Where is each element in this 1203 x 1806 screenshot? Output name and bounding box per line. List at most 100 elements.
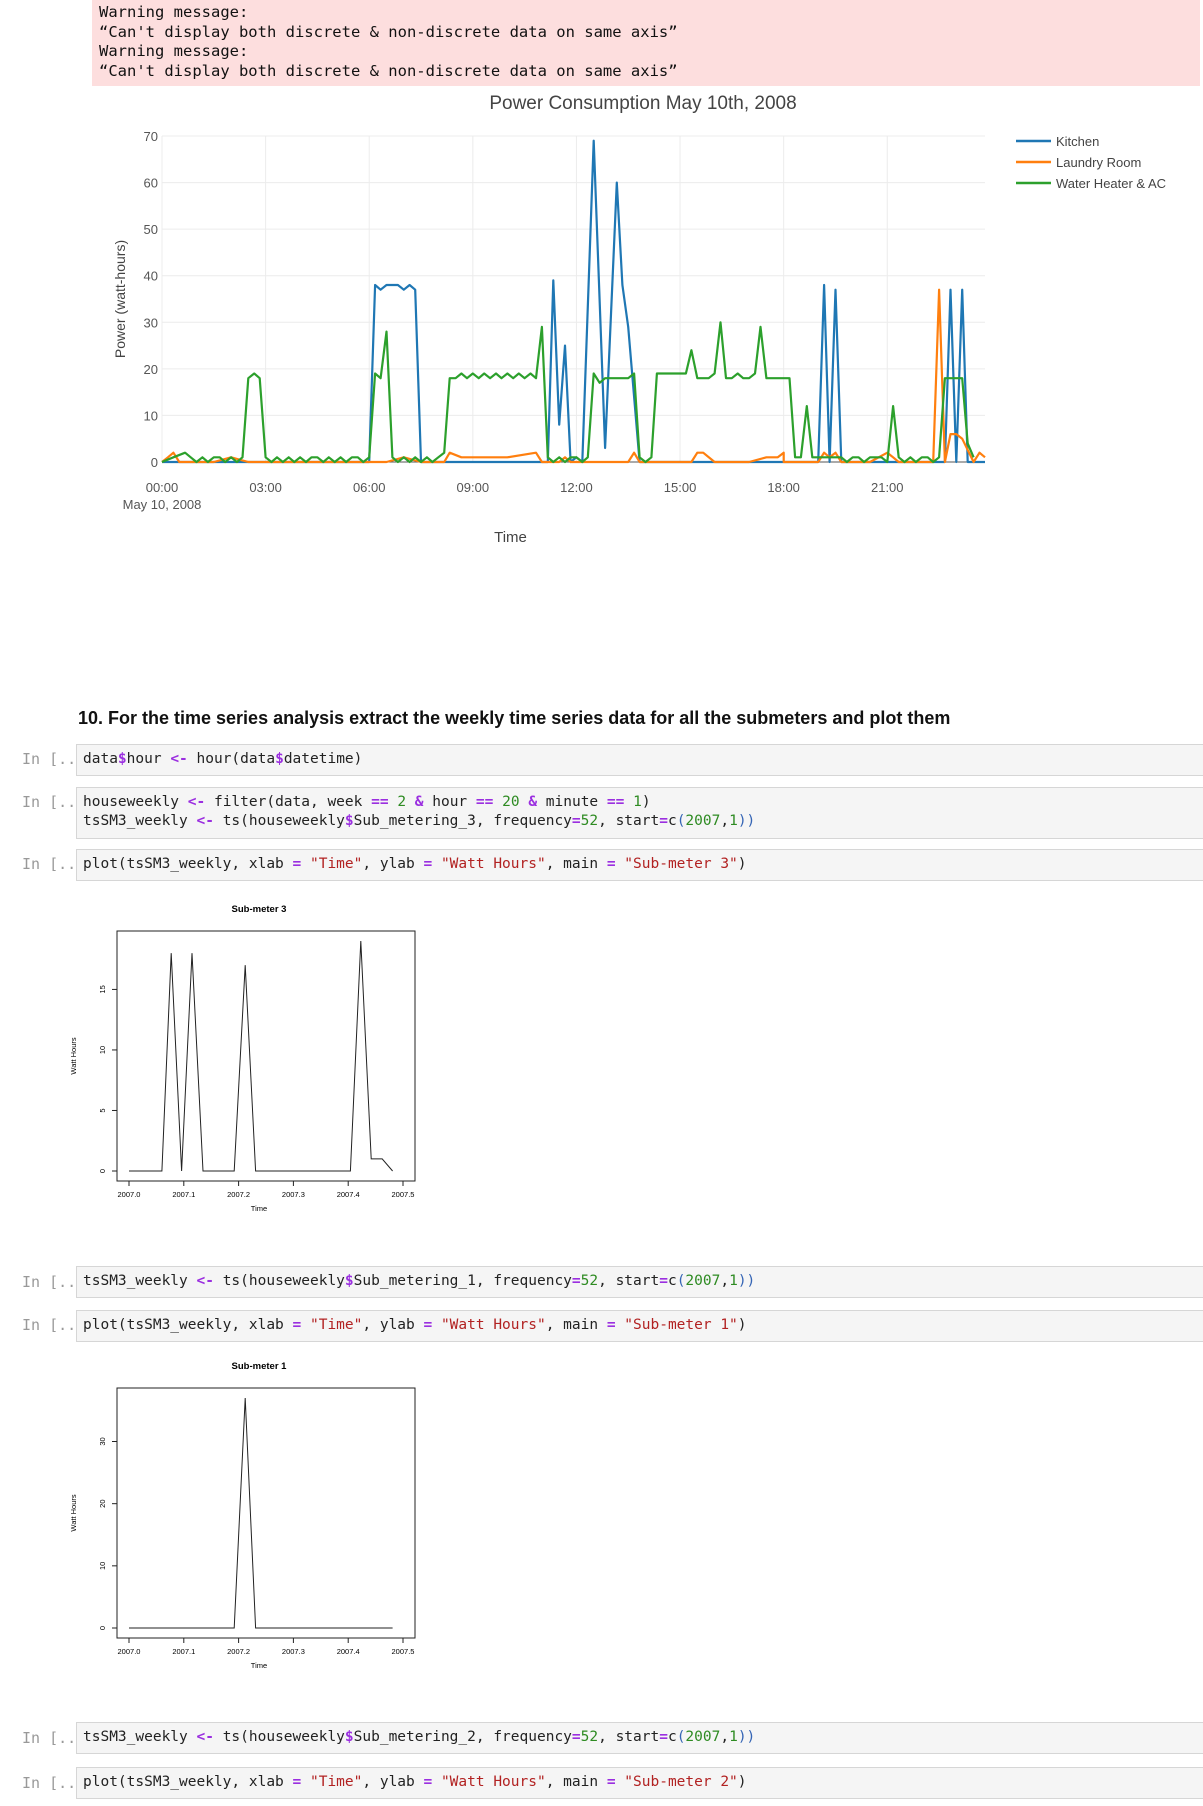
code-token: = [571,1729,581,1745]
code-token: c [667,1729,677,1745]
code-token: Sub_metering_3, frequency [353,813,572,829]
code-token: == [475,794,494,810]
code-line: tsSM3_weekly <- ts(houseweekly$Sub_meter… [83,1728,1197,1747]
code-token: ts(houseweekly [213,1273,345,1289]
code-line: tsSM3_weekly <- ts(houseweekly$Sub_meter… [83,1272,1197,1291]
code-token: "Watt Hours" [440,1774,546,1790]
code-token: = [606,856,616,872]
code-token: tsSM3_weekly [83,1273,197,1289]
code-token: $ [344,813,354,829]
code-token: data [83,751,118,767]
x-tick-label: 2007.0 [118,1647,141,1656]
x-tick-label: 2007.1 [172,1190,195,1199]
code-token: "Time" [309,1317,363,1333]
y-tick-label: 10 [144,408,158,423]
code-token: ) [737,856,747,872]
code-token: = [659,1729,668,1745]
code-cell[interactable]: tsSM3_weekly <- ts(houseweekly$Sub_meter… [76,1722,1203,1754]
y-tick-label: 0 [98,1169,107,1173]
x-tick-sublabel: May 10, 2008 [123,497,202,512]
code-token: ts(houseweekly [213,1729,345,1745]
y-tick-label: 0 [151,455,158,470]
code-token: & [414,794,424,810]
series-line-kitchen [162,139,985,464]
code-token: 1 [729,813,738,829]
code-token: , ylab [362,1774,424,1790]
code-token: , start [598,1273,660,1289]
code-token: <- [196,813,214,829]
code-token: tsSM3_weekly [83,813,197,829]
code-token: , start [598,813,660,829]
code-token: = [606,1317,616,1333]
x-tick-label: 2007.2 [227,1647,250,1656]
x-tick-label: 03:00 [249,480,282,495]
code-token: = [292,856,302,872]
code-token: 52 [580,1729,599,1745]
code-token: = [423,1774,433,1790]
code-token: 2007 [685,1729,721,1745]
y-tick-label: 70 [144,129,158,144]
code-cell[interactable]: data$hour <- hour(data$datetime) [76,744,1203,776]
y-tick-label: 15 [98,985,107,993]
warning-line: Warning message: [99,42,249,60]
code-token: = [659,1273,668,1289]
code-token: "Sub-meter 1" [624,1317,738,1333]
warning-line: “Can't display both discrete & non-discr… [99,61,678,80]
code-token: = [292,1317,302,1333]
code-cell[interactable]: plot(tsSM3_weekly, xlab = "Time", ylab =… [76,849,1203,881]
y-tick-label: 30 [144,315,158,330]
code-cell[interactable]: plot(tsSM3_weekly, xlab = "Time", ylab =… [76,1310,1203,1342]
y-tick-label: 50 [144,222,158,237]
chart-title: Power Consumption May 10th, 2008 [489,93,796,114]
code-line: tsSM3_weekly <- ts(houseweekly$Sub_meter… [83,812,1197,831]
code-token: )) [737,813,756,829]
code-token: $ [117,751,127,767]
code-token: 1 [729,1729,738,1745]
code-token: , start [598,1729,660,1745]
sub-meter-3-plot: Sub-meter 3 2007.0 2007.1 2007.2 2007.3 2007.… [70,904,416,1213]
code-token: 52 [580,813,599,829]
code-token: = [423,1317,433,1333]
code-token: = [659,813,668,829]
code-token: houseweekly [83,794,188,810]
code-line: houseweekly <- filter(data, week == 2 & … [83,793,1197,812]
code-token: plot(tsSM3_weekly, xlab [83,1317,293,1333]
code-token: )) [737,1729,756,1745]
code-token: )) [737,1273,756,1289]
code-token: $ [275,751,284,767]
code-token: hour(data [187,751,276,767]
code-token: 2007 [685,1273,721,1289]
legend-label: Kitchen [1056,134,1099,149]
y-axis-label: Watt Hours [70,1494,78,1531]
code-token: , [720,1273,730,1289]
code-token: 1 [633,794,642,810]
y-tick-label: 5 [98,1108,107,1112]
y-tick-label: 10 [98,1046,107,1054]
code-token: "Sub-meter 2" [624,1774,738,1790]
code-token: == [371,794,389,810]
code-token: Sub_metering_1, frequency [353,1273,572,1289]
code-token: filter(data, week [205,794,372,810]
code-token: "Time" [309,856,363,872]
x-tick-label: 12:00 [560,480,593,495]
code-cell[interactable]: tsSM3_weekly <- ts(houseweekly$Sub_meter… [76,1266,1203,1298]
code-cell[interactable]: houseweekly <- filter(data, week == 2 & … [76,787,1203,839]
x-tick-label: 21:00 [871,480,904,495]
series-line [129,1397,393,1629]
code-line: data$hour <- hour(data$datetime) [83,750,1197,769]
code-token: , ylab [362,1317,424,1333]
code-token: plot(tsSM3_weekly, xlab [83,856,293,872]
code-token: 2007 [685,813,721,829]
code-token: = [606,1774,616,1790]
code-line: plot(tsSM3_weekly, xlab = "Time", ylab =… [83,1316,1197,1335]
code-token: minute [537,794,607,810]
x-axis-label: Time [494,529,527,546]
code-token: , main [545,856,607,872]
code-cell[interactable]: plot(tsSM3_weekly, xlab = "Time", ylab =… [76,1767,1203,1799]
code-token: == [606,794,625,810]
